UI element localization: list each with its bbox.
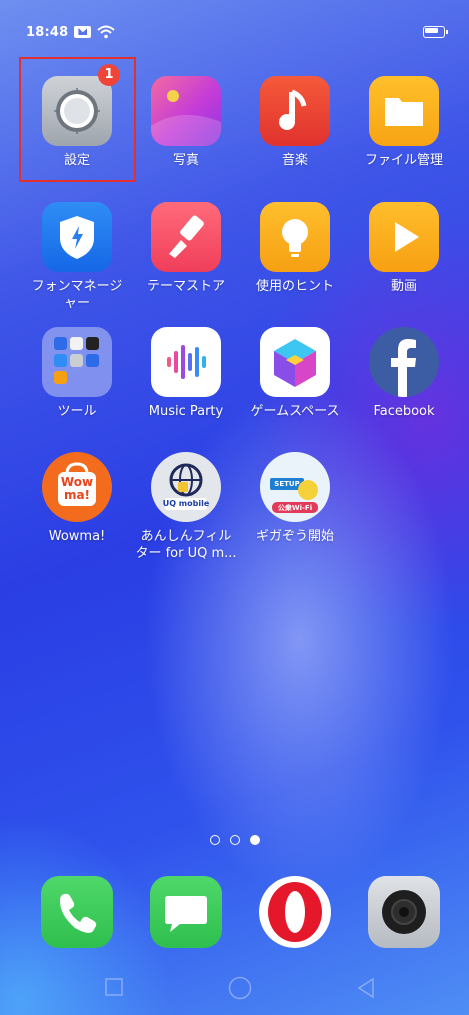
opera-icon[interactable] bbox=[259, 876, 331, 948]
shield-icon bbox=[42, 202, 112, 272]
equalizer-icon bbox=[151, 327, 221, 397]
app-settings[interactable]: 設定 bbox=[19, 76, 135, 169]
photos-icon bbox=[151, 76, 221, 146]
app-label: 写真 bbox=[172, 153, 199, 168]
giga-zou-setup-text: SETUP bbox=[274, 480, 300, 488]
app-label: ギガぞう開始 bbox=[255, 529, 334, 544]
page-indicator bbox=[0, 835, 469, 845]
page-dot-3[interactable] bbox=[249, 835, 260, 845]
wowma-logo-text: Wow ma! bbox=[60, 475, 94, 502]
uq-mobile-logo-text: UQ mobile bbox=[162, 499, 210, 508]
app-video[interactable]: 動画 bbox=[346, 202, 462, 295]
status-bar: 18:48 bbox=[26, 22, 116, 42]
app-giga-zou[interactable]: SETUP 公衆Wi-Fi ギガぞう開始 bbox=[237, 452, 353, 545]
app-facebook[interactable]: Facebook bbox=[346, 327, 462, 420]
battery-icon bbox=[423, 26, 448, 38]
recents-button[interactable] bbox=[105, 978, 123, 1000]
app-photos[interactable]: 写真 bbox=[128, 76, 244, 169]
page-dot-2[interactable] bbox=[229, 835, 240, 845]
app-label: ツール bbox=[57, 404, 97, 419]
page-dot-1[interactable] bbox=[209, 835, 220, 845]
app-label: 設定 bbox=[63, 153, 90, 168]
app-label: Facebook bbox=[373, 404, 435, 419]
settings-icon bbox=[42, 76, 112, 146]
paintbrush-icon bbox=[151, 202, 221, 272]
navigation-bar bbox=[0, 972, 469, 1002]
app-wowma[interactable]: Wow ma! Wowma! bbox=[19, 452, 135, 545]
app-anshin-filter[interactable]: UQ mobile あんしんフィル ター for UQ m... bbox=[128, 452, 244, 562]
app-music[interactable]: 音楽 bbox=[237, 76, 353, 169]
notification-icon bbox=[74, 26, 92, 38]
app-label: Wowma! bbox=[48, 529, 106, 544]
app-label: あんしんフィル ター for UQ m... bbox=[135, 529, 237, 561]
tools-folder-icon bbox=[42, 327, 112, 397]
messages-icon[interactable] bbox=[150, 876, 222, 948]
status-time: 18:48 bbox=[26, 24, 69, 40]
app-game-space[interactable]: ゲームスペース bbox=[237, 327, 353, 420]
app-music-party[interactable]: Music Party bbox=[128, 327, 244, 420]
giga-zou-icon: SETUP 公衆Wi-Fi bbox=[260, 452, 330, 522]
lightbulb-icon bbox=[260, 202, 330, 272]
game-cube-icon bbox=[260, 327, 330, 397]
app-label: Music Party bbox=[148, 404, 224, 419]
facebook-icon bbox=[369, 327, 439, 397]
app-file-manager[interactable]: ファイル管理 bbox=[346, 76, 462, 169]
home-button[interactable] bbox=[228, 976, 252, 1004]
back-button[interactable] bbox=[357, 977, 375, 1002]
app-label: 使用のヒント bbox=[255, 279, 334, 294]
play-icon bbox=[369, 202, 439, 272]
app-tools-folder[interactable]: ツール bbox=[19, 327, 135, 420]
app-theme-store[interactable]: テーマストア bbox=[128, 202, 244, 295]
app-label: テーマストア bbox=[146, 279, 225, 294]
phone-icon[interactable] bbox=[41, 876, 113, 948]
giga-zou-wifi-text: 公衆Wi-Fi bbox=[277, 504, 313, 512]
music-icon bbox=[260, 76, 330, 146]
app-phone-manager[interactable]: フォンマネージ ャー bbox=[19, 202, 135, 312]
app-tips[interactable]: 使用のヒント bbox=[237, 202, 353, 295]
app-label: ゲームスペース bbox=[250, 404, 340, 419]
wowma-bag-icon: Wow ma! bbox=[42, 452, 112, 522]
wifi-icon bbox=[97, 25, 116, 39]
app-label: フォンマネージ ャー bbox=[31, 279, 123, 311]
app-label: 動画 bbox=[390, 279, 417, 294]
app-label: ファイル管理 bbox=[364, 153, 443, 168]
filter-globe-icon: UQ mobile bbox=[151, 452, 221, 522]
app-label: 音楽 bbox=[281, 153, 308, 168]
settings-notification-badge: 1 bbox=[98, 64, 120, 86]
folder-icon bbox=[369, 76, 439, 146]
camera-icon[interactable] bbox=[368, 876, 440, 948]
